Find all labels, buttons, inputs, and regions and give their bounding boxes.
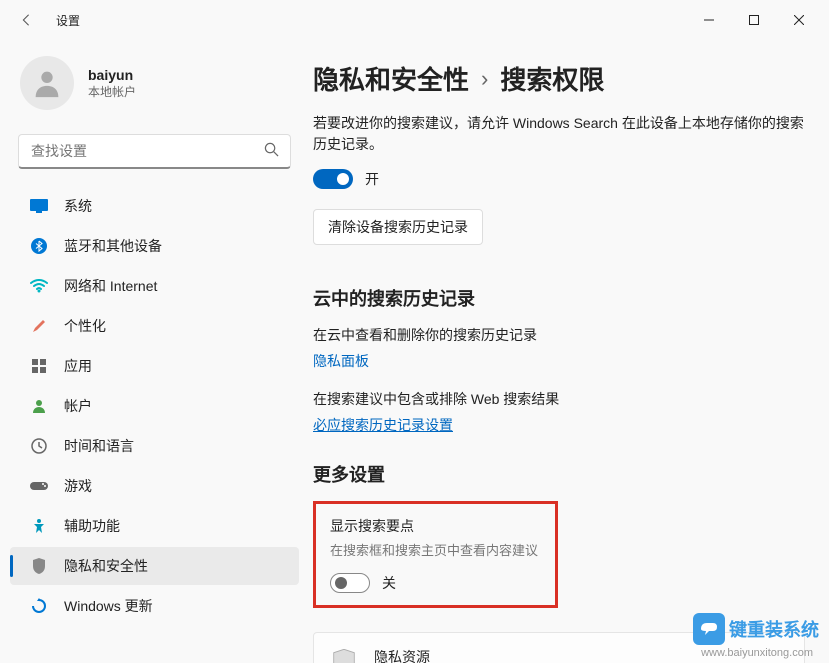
local-history-toggle[interactable] [313, 169, 353, 189]
nav-label: 蓝牙和其他设备 [64, 236, 162, 256]
sidebar: baiyun 本地帐户 系统 蓝牙和其他设备 网络和 Internet 个性化 … [0, 40, 305, 663]
avatar [20, 56, 74, 110]
breadcrumb-current: 搜索权限 [500, 60, 604, 97]
nav-label: 系统 [64, 196, 92, 216]
sidebar-item-accounts[interactable]: 帐户 [10, 387, 299, 425]
nav-label: Windows 更新 [64, 596, 153, 616]
local-history-desc: 若要改进你的搜索建议，请允许 Windows Search 在此设备上本地存储你… [313, 113, 805, 155]
profile-subtitle: 本地帐户 [88, 83, 136, 100]
account-icon [30, 397, 48, 415]
nav-label: 帐户 [64, 396, 92, 416]
privacy-resources-card: 隐私资源 关于这些设置和你的隐私 | 隐私仪表板 | 隐私声明 [313, 632, 805, 663]
sidebar-item-time[interactable]: 时间和语言 [10, 427, 299, 465]
toggle-label: 开 [365, 169, 379, 189]
sidebar-item-accessibility[interactable]: 辅助功能 [10, 507, 299, 545]
brush-icon [30, 317, 48, 335]
sidebar-item-personalization[interactable]: 个性化 [10, 307, 299, 345]
clear-history-button[interactable]: 清除设备搜索历史记录 [313, 209, 483, 245]
search-box [18, 134, 291, 169]
nav-label: 隐私和安全性 [64, 556, 148, 576]
profile-name: baiyun [88, 67, 136, 83]
bluetooth-icon [30, 237, 48, 255]
cloud-history-desc2: 在搜索建议中包含或排除 Web 搜索结果 [313, 389, 805, 409]
chevron-right-icon: › [481, 66, 488, 92]
nav-label: 游戏 [64, 476, 92, 496]
cloud-history-desc1: 在云中查看和删除你的搜索历史记录 [313, 325, 805, 345]
window-title: 设置 [56, 12, 80, 29]
more-settings-title: 更多设置 [313, 461, 805, 487]
system-icon [30, 197, 48, 215]
update-icon [30, 597, 48, 615]
resources-title: 隐私资源 [374, 647, 687, 663]
sidebar-item-apps[interactable]: 应用 [10, 347, 299, 385]
show-highlights-label: 显示搜索要点 [330, 516, 541, 536]
shield-icon [330, 649, 358, 663]
wifi-icon [30, 277, 48, 295]
cloud-history-title: 云中的搜索历史记录 [313, 285, 805, 311]
breadcrumb: 隐私和安全性 › 搜索权限 [313, 60, 805, 97]
nav-list: 系统 蓝牙和其他设备 网络和 Internet 个性化 应用 帐户 时间和语言 … [4, 187, 305, 625]
search-input[interactable] [18, 134, 291, 169]
close-button[interactable] [776, 4, 821, 36]
nav-label: 个性化 [64, 316, 106, 336]
sidebar-item-bluetooth[interactable]: 蓝牙和其他设备 [10, 227, 299, 265]
profile-section[interactable]: baiyun 本地帐户 [4, 48, 305, 130]
sidebar-item-update[interactable]: Windows 更新 [10, 587, 299, 625]
sidebar-item-system[interactable]: 系统 [10, 187, 299, 225]
nav-label: 网络和 Internet [64, 276, 157, 296]
privacy-icon [30, 557, 48, 575]
sidebar-item-network[interactable]: 网络和 Internet [10, 267, 299, 305]
maximize-button[interactable] [731, 4, 776, 36]
sidebar-item-privacy[interactable]: 隐私和安全性 [10, 547, 299, 585]
bing-history-link[interactable]: 必应搜索历史记录设置 [313, 415, 453, 435]
time-icon [30, 437, 48, 455]
nav-label: 时间和语言 [64, 436, 134, 456]
apps-icon [30, 357, 48, 375]
privacy-panel-link[interactable]: 隐私面板 [313, 351, 369, 371]
highlight-box: 显示搜索要点 在搜索框和搜索主页中查看内容建议 关 [313, 501, 558, 608]
nav-label: 应用 [64, 356, 92, 376]
toggle-label: 关 [382, 573, 396, 593]
nav-label: 辅助功能 [64, 516, 120, 536]
sidebar-item-gaming[interactable]: 游戏 [10, 467, 299, 505]
titlebar: 设置 [0, 0, 829, 40]
search-icon [264, 142, 279, 162]
show-highlights-toggle[interactable] [330, 573, 370, 593]
minimize-button[interactable] [686, 4, 731, 36]
breadcrumb-parent[interactable]: 隐私和安全性 [313, 60, 469, 97]
access-icon [30, 517, 48, 535]
main-content: 隐私和安全性 › 搜索权限 若要改进你的搜索建议，请允许 Windows Sea… [305, 40, 829, 663]
back-button[interactable] [8, 2, 44, 38]
game-icon [30, 477, 48, 495]
show-highlights-desc: 在搜索框和搜索主页中查看内容建议 [330, 540, 541, 559]
